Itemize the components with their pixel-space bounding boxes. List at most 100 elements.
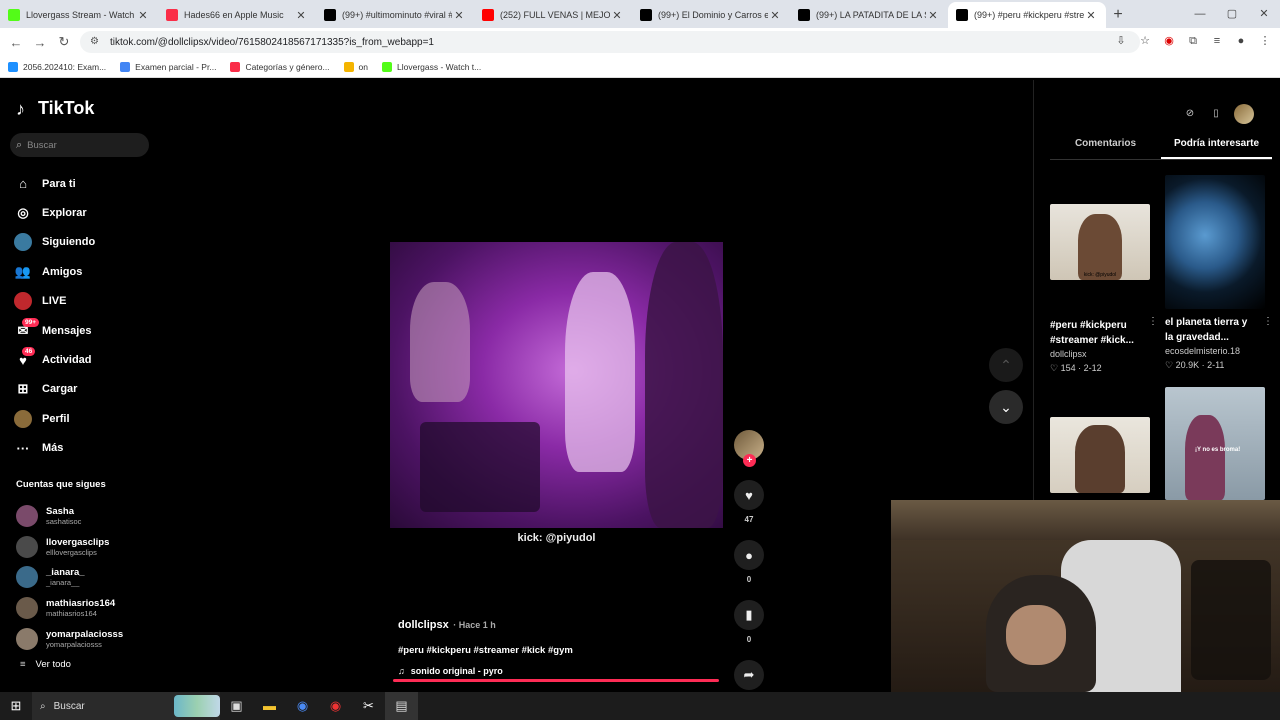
bookmark-item[interactable]: Examen parcial - Pr... <box>120 61 216 72</box>
nav-item[interactable]: ● Siguiendo <box>14 228 95 257</box>
card-user[interactable]: ecosdelmisterio.18 <box>1165 346 1265 356</box>
browser-tab[interactable]: (99+) El Dominio y Carros en D✕ <box>632 2 790 28</box>
bookmark-star-icon[interactable]: ☆ <box>1136 32 1154 50</box>
bookmark-item[interactable]: 2056.202410: Exam... <box>8 61 106 72</box>
sound-link[interactable]: ♫ sonido original - pyro <box>398 666 573 676</box>
tab-close-icon[interactable]: ✕ <box>768 9 782 22</box>
card-thumbnail[interactable]: ¡Y no es broma! <box>1165 387 1265 500</box>
tab-close-icon[interactable]: ✕ <box>926 9 940 22</box>
card-thumbnail[interactable] <box>1050 417 1150 493</box>
nav-item[interactable]: ♥ Actividad 46 <box>14 345 95 374</box>
windows-start-icon[interactable]: ⊞ <box>0 692 32 720</box>
following-account[interactable]: llovergasclips elllovergasclips <box>16 532 123 563</box>
card-more-icon[interactable]: ⋮ <box>1148 316 1158 327</box>
site-info-icon[interactable]: ⚙ <box>90 36 102 48</box>
nav-item[interactable]: 👥 Amigos <box>14 257 95 286</box>
bookmark-item[interactable]: on <box>343 61 368 72</box>
minimize-icon[interactable]: — <box>1184 0 1216 28</box>
card-more-icon[interactable]: ⋮ <box>1263 316 1273 327</box>
record-app-icon[interactable]: ◉ <box>319 692 352 720</box>
account-handle: yomarpalaciosss <box>46 639 102 649</box>
account-avatar <box>16 566 38 589</box>
notepad-icon[interactable]: ▤ <box>385 692 418 720</box>
following-account[interactable]: mathiasrios164 mathiasrios164 <box>16 593 123 624</box>
recommended-card[interactable]: kick: @piyudol #peru #kickperu #streamer… <box>1050 204 1158 374</box>
browser-tab[interactable]: (99+) LA PATADITA DE LA SUER✕ <box>790 2 948 28</box>
save-action: ▮ 0 <box>734 600 764 644</box>
browser-tab[interactable]: Llovergass Stream - Watch Live✕ <box>0 2 158 28</box>
extensions-icon[interactable]: ⧉ <box>1184 32 1202 50</box>
share-icon[interactable]: ➦ <box>734 660 764 690</box>
search-input[interactable]: ⌕ Buscar <box>10 133 149 157</box>
card-user[interactable]: dollclipsx <box>1050 349 1150 359</box>
video-progress-bar[interactable] <box>393 679 719 682</box>
task-view-icon[interactable]: ▣ <box>220 692 253 720</box>
card-thumbnail[interactable] <box>1165 175 1265 309</box>
capcut-icon[interactable]: ✂ <box>352 692 385 720</box>
new-tab-plus-icon[interactable]: + <box>1106 2 1130 28</box>
following-account[interactable]: Sasha sashatisoc <box>16 501 123 532</box>
following-account[interactable]: yomarpalaciosss yomarpalaciosss <box>16 623 123 654</box>
nav-item[interactable]: ··· Más <box>14 434 95 463</box>
tab-close-icon[interactable]: ✕ <box>452 9 466 22</box>
nav-item[interactable]: ● LIVE <box>14 287 95 316</box>
tab-close-icon[interactable]: ✕ <box>136 9 150 22</box>
tab-close-icon[interactable]: ✕ <box>610 9 624 22</box>
device-icon[interactable]: ▯ <box>1208 106 1224 122</box>
taskbar-search[interactable]: ⌕ Buscar <box>32 692 220 720</box>
tab-close-icon[interactable]: ✕ <box>1084 9 1098 22</box>
tab-recommendations[interactable]: Podría interesarte <box>1161 138 1272 159</box>
media-control-icon[interactable]: ≡ <box>1208 32 1226 50</box>
maximize-icon[interactable]: ▢ <box>1216 0 1248 28</box>
browser-tab[interactable]: (99+) #ultimominuto #viral #k ✕ <box>316 2 474 28</box>
card-title[interactable]: el planeta tierra y la gravedad... <box>1165 315 1255 345</box>
browser-tab[interactable]: (252) FULL VENAS | MEJORES C✕ <box>474 2 632 28</box>
url-field[interactable]: ⚙ tiktok.com/@dollclipsx/video/761580241… <box>80 31 1140 53</box>
nav-item[interactable]: ◎ Explorar <box>14 198 95 227</box>
recommended-card[interactable]: ¡Y no es broma! <box>1165 387 1265 500</box>
tab-comments[interactable]: Comentarios <box>1050 138 1161 159</box>
card-title[interactable]: #peru #kickperu #streamer #kick... <box>1050 318 1140 348</box>
card-thumbnail[interactable]: kick: @piyudol <box>1050 204 1150 280</box>
search-highlight-illustration[interactable] <box>174 695 220 717</box>
back-icon[interactable]: ← <box>4 35 28 50</box>
author-name[interactable]: dollclipsx <box>398 619 449 631</box>
next-video-chevron-down-icon[interactable]: ⌄ <box>989 390 1023 424</box>
follow-plus-icon[interactable]: + <box>743 454 756 467</box>
post-time: · Hace 1 h <box>453 620 496 630</box>
install-app-icon[interactable]: ⇩ <box>1112 32 1130 50</box>
nav-item[interactable]: ⌂ Para ti <box>14 169 95 198</box>
recommended-card[interactable] <box>1050 417 1150 493</box>
user-avatar[interactable] <box>1234 104 1254 124</box>
nav-item[interactable]: ● Perfil <box>14 404 95 433</box>
forward-icon[interactable]: → <box>28 35 52 50</box>
chrome-icon[interactable]: ◉ <box>286 692 319 720</box>
bookmark-item[interactable]: Llovergass - Watch t... <box>382 61 481 72</box>
nav-item[interactable]: ✉ Mensajes 99+ <box>14 316 95 345</box>
video-player[interactable] <box>390 242 723 528</box>
recommended-card[interactable]: el planeta tierra y la gravedad... ecosd… <box>1165 175 1273 371</box>
reload-icon[interactable]: ↻ <box>52 34 76 50</box>
heart-icon[interactable]: ♥ <box>734 480 764 510</box>
nav-label: Para ti <box>42 177 76 190</box>
comment-icon[interactable]: ● <box>734 540 764 570</box>
coin-icon[interactable]: ⊘ <box>1182 106 1198 122</box>
creator-avatar[interactable]: + <box>734 430 764 467</box>
bookmark-item[interactable]: Categorías y género... <box>230 61 330 72</box>
menu-dots-icon[interactable]: ⋮ <box>1256 32 1274 50</box>
extension-opera-icon[interactable]: ◉ <box>1160 32 1178 50</box>
browser-tab[interactable]: Hades66 en Apple Music ✕ <box>158 2 316 28</box>
following-account[interactable]: _ianara_ _ianara__ <box>16 562 123 593</box>
tab-close-icon[interactable]: ✕ <box>294 9 308 22</box>
nav-item[interactable]: ⊞ Cargar <box>14 375 95 404</box>
see-all-link[interactable]: ≡ Ver todo <box>20 659 71 670</box>
close-window-icon[interactable]: ✕ <box>1248 0 1280 28</box>
profile-avatar-icon[interactable]: ● <box>1232 32 1250 50</box>
notification-badge: 46 <box>22 347 36 357</box>
previous-video-chevron-up-icon[interactable]: ⌃ <box>989 348 1023 382</box>
browser-tab[interactable]: (99+) #peru #kickperu #stre ✕ <box>948 2 1106 28</box>
bookmark-icon[interactable]: ▮ <box>734 600 764 630</box>
video-hashtags[interactable]: #peru #kickperu #streamer #kick #gym <box>398 645 573 656</box>
tiktok-logo[interactable]: ♪ TikTok <box>16 98 94 119</box>
file-explorer-icon[interactable]: ▬ <box>253 692 286 720</box>
